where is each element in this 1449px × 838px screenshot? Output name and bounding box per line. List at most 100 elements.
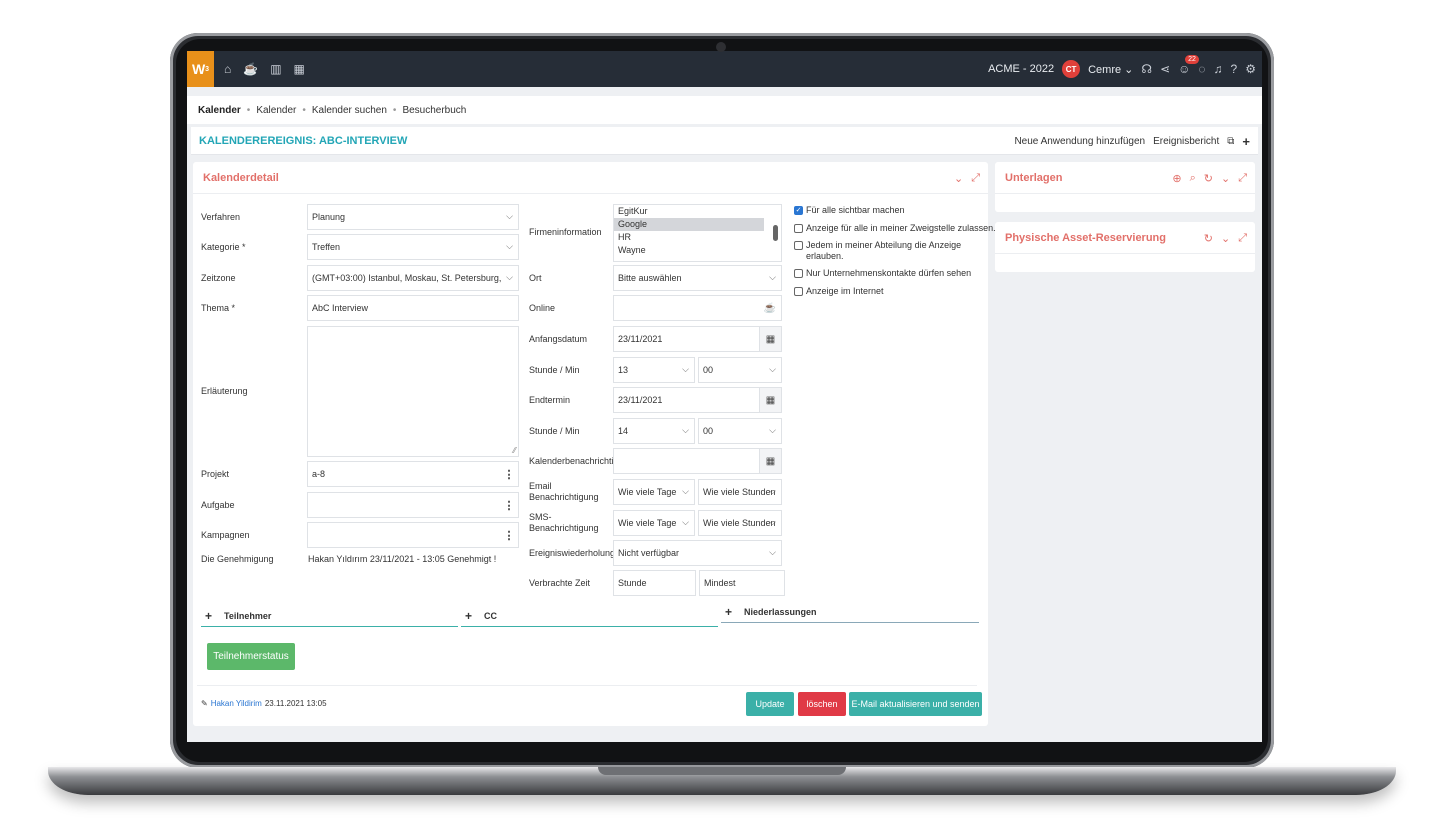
tab-niederlassungen[interactable]: + Niederlassungen xyxy=(721,601,979,623)
avatar[interactable]: CT xyxy=(1062,60,1081,78)
start-minute-select[interactable]: 00 ⌵ xyxy=(698,357,782,383)
help-icon[interactable]: ? xyxy=(1231,62,1238,76)
end-date-input[interactable]: 23/11/2021 ▦ xyxy=(613,387,782,413)
copy-icon[interactable]: ⧉ xyxy=(1227,136,1234,147)
chevron-down-icon: ⌵ xyxy=(769,425,776,435)
zeitzone-label: Zeitzone xyxy=(201,273,236,283)
collapse-icon[interactable]: ⌄ xyxy=(954,172,963,185)
email-days-select[interactable]: Wie viele Tage ⌵ xyxy=(613,479,695,505)
checkbox-branch[interactable]: Anzeige für alle in meiner Zweigstelle z… xyxy=(794,223,996,234)
kampagnen-input[interactable]: ⋮ xyxy=(307,522,519,548)
smiley-icon[interactable]: ☺ 22 xyxy=(1178,55,1199,76)
delete-button[interactable]: löschen xyxy=(798,692,846,716)
zeit-mindest-input[interactable]: Mindest xyxy=(699,570,785,596)
projekt-input[interactable]: a-8 ⋮ xyxy=(307,461,519,487)
chevron-down-icon: ⌵ xyxy=(769,364,776,374)
verfahren-select[interactable]: Planung ⌵ xyxy=(307,204,519,230)
chevron-down-icon: ⌵ xyxy=(682,486,689,496)
refresh-icon[interactable]: ↻ xyxy=(1204,172,1213,185)
list-item[interactable]: HR xyxy=(614,231,764,244)
teilnehmer-status-button[interactable]: Teilnehmerstatus xyxy=(207,643,295,670)
app-logo[interactable]: W3 xyxy=(187,51,214,87)
page-title: KALENDEREREIGNIS: ABC-INTERVIEW xyxy=(199,134,408,147)
ort-select[interactable]: Bitte auswählen ⌵ xyxy=(613,265,782,291)
checkbox-company-contacts[interactable]: Nur Unternehmenskontakte dürfen sehen xyxy=(794,268,971,279)
coffee-icon: ☕ xyxy=(759,296,781,320)
scrollbar[interactable] xyxy=(773,225,778,241)
plus-icon[interactable]: + xyxy=(1242,134,1250,149)
list-item[interactable]: Google xyxy=(614,218,764,231)
checkbox-department[interactable]: Jedem in meiner Abteilung die Anzeige erl… xyxy=(794,240,961,262)
author-link[interactable]: Hakan Yildirim xyxy=(211,699,262,708)
update-button[interactable]: Update xyxy=(746,692,794,716)
plus-icon: + xyxy=(725,604,733,619)
expand-icon[interactable]: ⤢ xyxy=(971,172,980,185)
start-hour-select[interactable]: 13 ⌵ xyxy=(613,357,695,383)
expand-icon[interactable]: ⤢ xyxy=(1238,232,1247,245)
sms-days-select[interactable]: Wie viele Tage ⌵ xyxy=(613,510,695,536)
projekt-label: Projekt xyxy=(201,469,230,479)
end-minute-select[interactable]: 00 ⌵ xyxy=(698,418,782,444)
breadcrumb-item[interactable]: Kalender suchen xyxy=(312,105,387,116)
aufgabe-input[interactable]: ⋮ xyxy=(307,492,519,518)
home-icon[interactable]: ⌂ xyxy=(224,62,231,76)
wiederholung-label: Ereigniswiederholung xyxy=(529,548,616,558)
app-screen: W3 ⌂ ☕ ▥ ▦ ACME - 2022 CT Cemre ⌄ ☊ ⋖ ☺ 2… xyxy=(187,51,1262,742)
page-title-bar: KALENDEREREIGNIS: ABC-INTERVIEW Neue Anw… xyxy=(191,127,1258,155)
email-label: Email Benachrichtigung xyxy=(529,481,599,502)
bell-icon[interactable]: ♫ xyxy=(1214,62,1223,76)
list-item[interactable]: EgitKur xyxy=(614,205,764,218)
tab-teilnehmer[interactable]: + Teilnehmer xyxy=(201,605,458,627)
calendar-notification-input[interactable]: ▦ xyxy=(613,448,782,474)
thema-label: Thema * xyxy=(201,303,236,313)
add-icon[interactable]: ⊕ xyxy=(1172,172,1181,185)
email-hours-select[interactable]: Wie viele Stunden ⌵ xyxy=(698,479,782,505)
company-selector[interactable]: ACME - 2022 xyxy=(988,63,1054,75)
tab-cc[interactable]: + CC xyxy=(461,605,718,627)
expand-icon[interactable]: ⤢ xyxy=(1238,172,1247,185)
wiederholung-select[interactable]: Nicht verfügbar ⌵ xyxy=(613,540,782,566)
user-menu[interactable]: Cemre ⌄ xyxy=(1088,63,1133,76)
erlaeuterung-textarea[interactable]: ⁄⁄ xyxy=(307,326,519,457)
search-icon[interactable]: ⌕ xyxy=(1190,172,1196,185)
zeit-stunde-input[interactable]: Stunde xyxy=(613,570,696,596)
chart-icon[interactable]: ▥ xyxy=(270,62,281,76)
sms-hours-select[interactable]: Wie viele Stunden ⌵ xyxy=(698,510,782,536)
list-item[interactable]: Wayne xyxy=(614,244,764,257)
refresh-icon[interactable]: ↻ xyxy=(1204,232,1213,245)
end-hour-select[interactable]: 14 ⌵ xyxy=(613,418,695,444)
chevron-down-icon: ⌵ xyxy=(682,364,689,374)
update-send-email-button[interactable]: E-Mail aktualisieren und senden xyxy=(849,692,982,716)
gear-icon[interactable]: ⚙ xyxy=(1245,62,1256,76)
chat-icon[interactable]: ◌ xyxy=(1198,62,1205,76)
collapse-icon[interactable]: ⌄ xyxy=(1221,232,1230,245)
more-icon: ⋮ xyxy=(503,499,515,512)
thema-input[interactable]: AbC Interview xyxy=(307,295,519,321)
zeitzone-select[interactable]: (GMT+03:00) Istanbul, Moskau, St. Peters… xyxy=(307,265,519,291)
add-application-link[interactable]: Neue Anwendung hinzufügen xyxy=(1014,136,1145,147)
panel-title: Physische Asset-Reservierung xyxy=(1005,231,1166,244)
calendar-icon: ▦ xyxy=(759,327,781,351)
coffee-icon[interactable]: ☕ xyxy=(243,62,258,76)
headset-icon[interactable]: ☊ xyxy=(1141,62,1152,76)
calendar-icon[interactable]: ▦ xyxy=(294,62,305,76)
online-input[interactable]: ☕ xyxy=(613,295,782,321)
more-icon: ⋮ xyxy=(503,529,515,542)
event-report-link[interactable]: Ereignisbericht xyxy=(1153,136,1219,147)
checkbox-internet[interactable]: Anzeige im Internet xyxy=(794,286,884,297)
breadcrumb-item[interactable]: Besucherbuch xyxy=(402,105,466,116)
anfang-date-input[interactable]: 23/11/2021 ▦ xyxy=(613,326,782,352)
unterlagen-panel: Unterlagen ⊕ ⌕ ↻ ⌄ ⤢ xyxy=(995,162,1255,212)
aufgabe-label: Aufgabe xyxy=(201,500,235,510)
checkbox-visible-all[interactable]: ✓ Für alle sichtbar machen xyxy=(794,205,905,216)
more-icon: ⋮ xyxy=(503,468,515,481)
share-icon[interactable]: ⋖ xyxy=(1160,62,1170,76)
stunde1-label: Stunde / Min xyxy=(529,365,580,375)
breadcrumb-item[interactable]: Kalender xyxy=(256,105,296,116)
kategorie-select[interactable]: Treffen ⌵ xyxy=(307,234,519,260)
author-info: ✎ Hakan Yildirim 23.11.2021 13:05 xyxy=(201,699,327,708)
firmen-listbox[interactable]: EgitKur Google HR Wayne xyxy=(613,204,782,262)
breadcrumb-item[interactable]: Kalender xyxy=(198,105,241,116)
kategorie-label: Kategorie * xyxy=(201,242,246,252)
collapse-icon[interactable]: ⌄ xyxy=(1221,172,1230,185)
